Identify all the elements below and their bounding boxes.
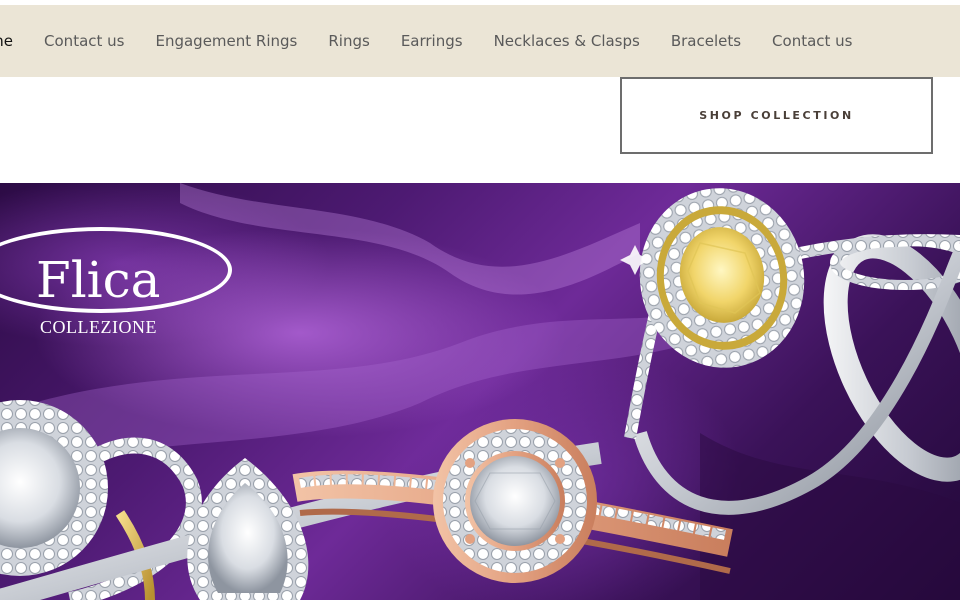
logo-subtitle: COLLEZIONE <box>40 317 157 337</box>
nav-item-bracelets[interactable]: Bracelets <box>671 32 741 50</box>
nav-item-earrings[interactable]: Earrings <box>401 32 463 50</box>
nav-item-home[interactable]: ome <box>0 32 13 50</box>
top-navigation: ome Contact us Engagement Rings Rings Ea… <box>0 5 960 77</box>
nav-item-engagement-rings[interactable]: Engagement Rings <box>155 32 297 50</box>
nav-item-contact-us[interactable]: Contact us <box>44 32 124 50</box>
nav-list: ome Contact us Engagement Rings Rings Ea… <box>0 5 884 77</box>
logo-name: Flica <box>36 251 161 309</box>
flica-logo: Flica COLLEZIONE <box>0 221 240 341</box>
shop-collection-button[interactable]: SHOP COLLECTION <box>620 77 933 154</box>
nav-item-necklaces-clasps[interactable]: Necklaces & Clasps <box>494 32 640 50</box>
nav-item-contact-us-2[interactable]: Contact us <box>772 32 852 50</box>
nav-item-rings[interactable]: Rings <box>328 32 369 50</box>
hero-banner[interactable]: Flica COLLEZIONE <box>0 183 960 600</box>
